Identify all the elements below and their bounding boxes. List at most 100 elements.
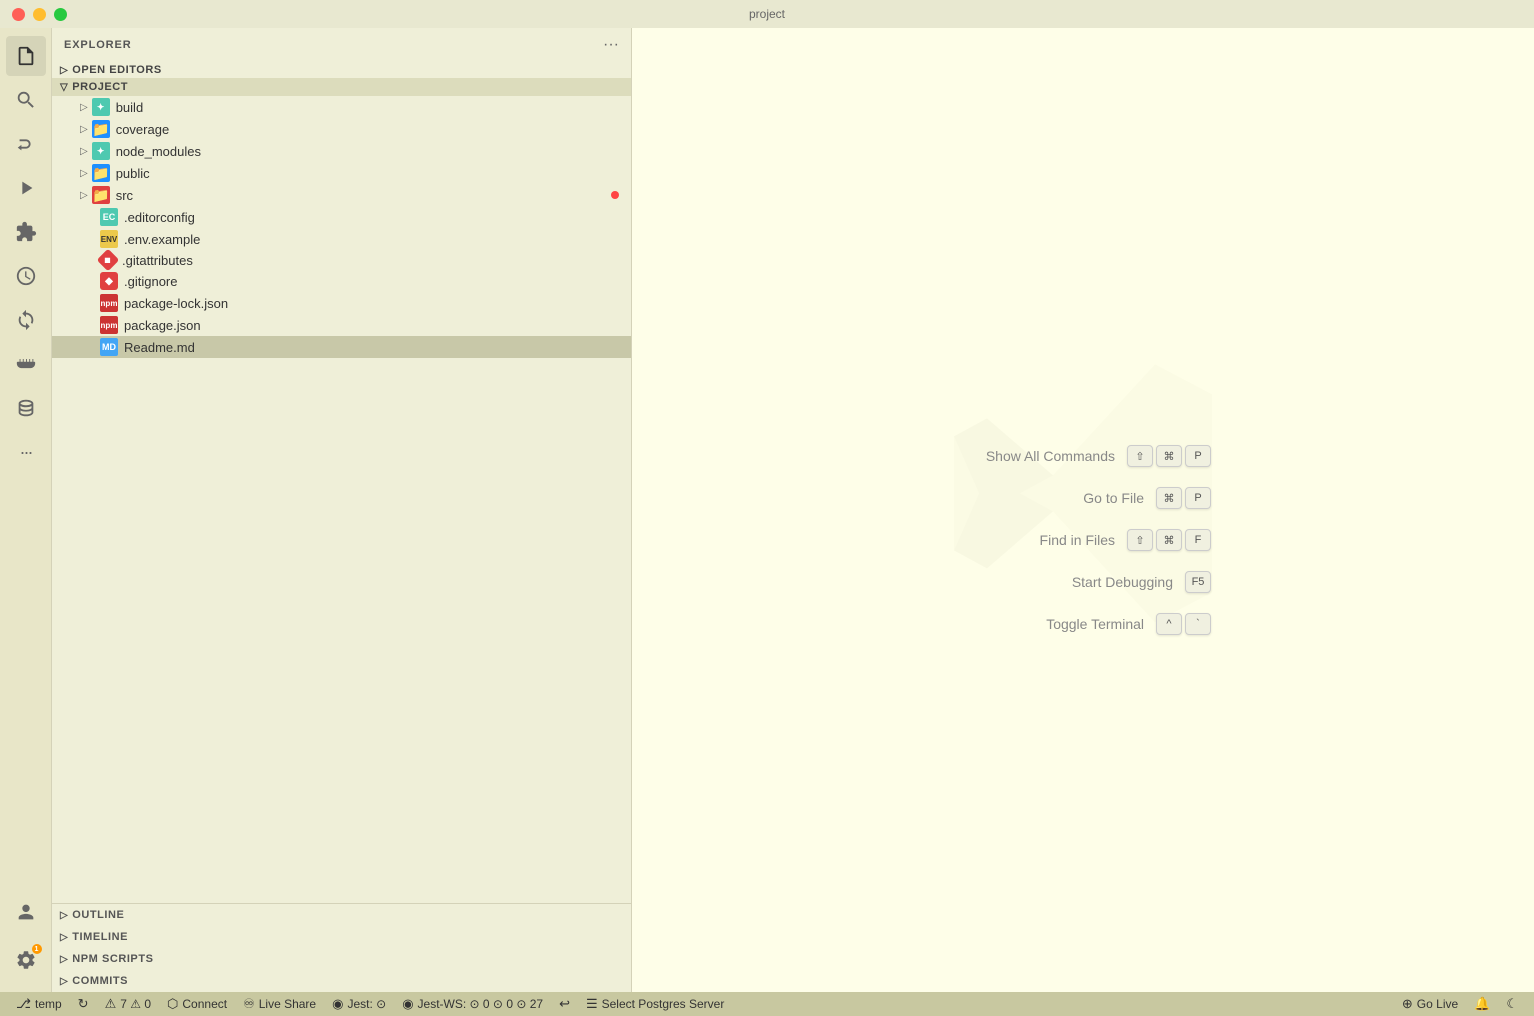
jest-ws-text: Jest-WS: ⊙ 0 ⊙ 0 ⊙ 27	[418, 997, 544, 1011]
jest-icon: ◉	[332, 996, 343, 1012]
timeline-section[interactable]: ▷ TIMELINE	[52, 926, 631, 948]
key-f: F	[1185, 529, 1211, 551]
branch-text: temp	[35, 997, 62, 1011]
list-item[interactable]: ▷ 📁 coverage	[52, 118, 631, 140]
folder-arrow: ▷	[80, 168, 88, 179]
coverage-folder-icon: 📁	[92, 120, 110, 138]
branch-status[interactable]: ⎇ temp	[8, 992, 70, 1016]
open-editors-section[interactable]: ▷ OPEN EDITORS	[52, 62, 631, 78]
timeline-arrow: ▷	[60, 932, 68, 943]
open-editors-label: OPEN EDITORS	[72, 64, 162, 76]
errors-status[interactable]: ⚠ 7 ⚠ 0	[97, 992, 159, 1016]
jest-status[interactable]: ◉ Jest: ⊙	[324, 992, 394, 1016]
shortcuts-panel: Show All Commands ⇧ ⌘ P Go to File ⌘ P F…	[955, 445, 1211, 635]
theme-status[interactable]: ☾	[1498, 992, 1526, 1016]
go-to-file-keys: ⌘ P	[1156, 487, 1211, 509]
open-editors-arrow: ▷	[60, 65, 68, 76]
key-backtick: `	[1185, 613, 1211, 635]
toggle-terminal-row: Toggle Terminal ^ `	[955, 613, 1211, 635]
key-cmd: ⌘	[1156, 487, 1182, 509]
coverage-folder-name: coverage	[116, 122, 623, 137]
outline-section[interactable]: ▷ OUTLINE	[52, 904, 631, 926]
packagelock-name: package-lock.json	[124, 296, 623, 311]
build-folder-icon: ✦	[92, 98, 110, 116]
find-in-files-label: Find in Files	[955, 532, 1115, 548]
sync-status[interactable]: ↻	[70, 992, 97, 1016]
jest-ws-status[interactable]: ◉ Jest-WS: ⊙ 0 ⊙ 0 ⊙ 27	[394, 992, 551, 1016]
minimize-button[interactable]	[33, 8, 46, 21]
search-icon[interactable]	[6, 80, 46, 120]
theme-icon: ☾	[1506, 996, 1518, 1012]
explorer-title: EXPLORER	[64, 39, 132, 51]
folder-arrow: ▷	[80, 124, 88, 135]
main-layout: ··· 1 EXPLORER ··· ▷ OPEN EDITORS	[0, 28, 1534, 992]
sidebar-more-button[interactable]: ···	[603, 36, 619, 54]
nodemodules-folder-name: node_modules	[116, 144, 623, 159]
src-folder-icon: 📁	[92, 186, 110, 204]
accounts-icon[interactable]	[6, 892, 46, 932]
golive-status[interactable]: ⊕ Go Live	[1394, 992, 1466, 1016]
show-all-commands-label: Show All Commands	[955, 448, 1115, 464]
project-section[interactable]: ▽ PROJECT	[52, 78, 631, 96]
list-item[interactable]: ▷ ✦ build	[52, 96, 631, 118]
commits-section[interactable]: ▷ COMMITS	[52, 970, 631, 992]
key-shift: ⇧	[1127, 529, 1153, 551]
start-debugging-keys: F5	[1185, 571, 1211, 593]
liveshare-text: Live Share	[259, 997, 316, 1011]
gitattributes-name: .gitattributes	[122, 253, 623, 268]
golive-text: Go Live	[1417, 997, 1458, 1011]
extensions-icon[interactable]	[6, 212, 46, 252]
list-item[interactable]: ◆ .gitignore	[52, 270, 631, 292]
readme-name: Readme.md	[124, 340, 623, 355]
outline-label: OUTLINE	[72, 909, 124, 921]
editorconfig-name: .editorconfig	[124, 210, 623, 225]
more-icon[interactable]: ···	[6, 432, 46, 472]
timeline-icon[interactable]	[6, 256, 46, 296]
file-tree: ▷ OPEN EDITORS ▽ PROJECT ▷ ✦ build ▷ 📁 c…	[52, 62, 631, 903]
postgres-icon: ☰	[586, 996, 598, 1012]
readme-icon: MD	[100, 338, 118, 356]
remote-icon[interactable]	[6, 300, 46, 340]
list-item[interactable]: MD Readme.md	[52, 336, 631, 358]
notification-status[interactable]: 🔔	[1466, 992, 1498, 1016]
close-button[interactable]	[12, 8, 25, 21]
sidebar-bottom-panels: ▷ OUTLINE ▷ TIMELINE ▷ NPM SCRIPTS ▷ COM…	[52, 903, 631, 992]
packagelock-icon: npm	[100, 294, 118, 312]
key-p: P	[1185, 445, 1211, 467]
list-item[interactable]: ▷ 📁 src	[52, 184, 631, 206]
gitignore-icon: ◆	[100, 272, 118, 290]
list-item[interactable]: ▷ 📁 public	[52, 162, 631, 184]
list-item[interactable]: npm package.json	[52, 314, 631, 336]
list-item[interactable]: npm package-lock.json	[52, 292, 631, 314]
key-f5: F5	[1185, 571, 1211, 593]
list-item[interactable]: ENV .env.example	[52, 228, 631, 250]
database-icon[interactable]	[6, 388, 46, 428]
list-item[interactable]: EC .editorconfig	[52, 206, 631, 228]
key-cmd: ⌘	[1156, 529, 1182, 551]
list-item[interactable]: ▷ ✦ node_modules	[52, 140, 631, 162]
docker-icon[interactable]	[6, 344, 46, 384]
source-control-icon[interactable]	[6, 124, 46, 164]
env-name: .env.example	[124, 232, 623, 247]
packagejson-icon: npm	[100, 316, 118, 334]
liveshare-status[interactable]: ♾ Live Share	[235, 992, 324, 1016]
npm-scripts-section[interactable]: ▷ NPM SCRIPTS	[52, 948, 631, 970]
npm-scripts-label: NPM SCRIPTS	[72, 953, 153, 965]
list-item[interactable]: ◆ .gitattributes	[52, 250, 631, 270]
key-p: P	[1185, 487, 1211, 509]
explorer-icon[interactable]	[6, 36, 46, 76]
activity-bar: ··· 1	[0, 28, 52, 992]
build-folder-name: build	[116, 100, 623, 115]
run-debug-icon[interactable]	[6, 168, 46, 208]
maximize-button[interactable]	[54, 8, 67, 21]
folder-arrow: ▷	[80, 190, 88, 201]
postgres-status[interactable]: ☰ Select Postgres Server	[578, 992, 732, 1016]
key-ctrl: ^	[1156, 613, 1182, 635]
connect-status[interactable]: ⬡ Connect	[159, 992, 235, 1016]
window-title: project	[749, 7, 785, 21]
sidebar-header: EXPLORER ···	[52, 28, 631, 62]
start-debugging-label: Start Debugging	[1013, 574, 1173, 590]
settings-icon[interactable]: 1	[6, 940, 46, 980]
connect-icon: ⬡	[167, 996, 178, 1012]
timeline-nav-status[interactable]: ↩	[551, 992, 578, 1016]
